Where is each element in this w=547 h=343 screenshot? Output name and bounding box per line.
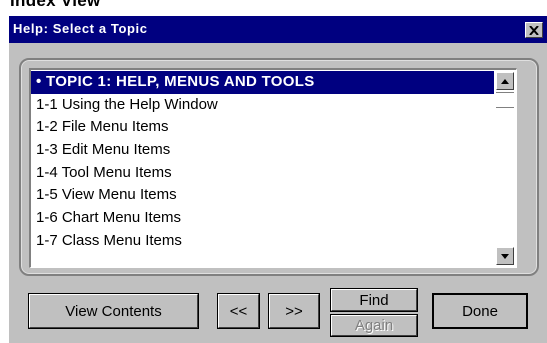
close-button[interactable]	[525, 22, 543, 38]
topic-item[interactable]: 1-2 File Menu Items	[31, 116, 494, 139]
topic-list[interactable]: • TOPIC 1: HELP, MENUS AND TOOLS 1-1 Usin…	[29, 68, 517, 268]
find-again-button[interactable]: Again	[330, 314, 418, 337]
topic-item-selected[interactable]: • TOPIC 1: HELP, MENUS AND TOOLS	[31, 71, 494, 94]
topic-item[interactable]: 1-6 Chart Menu Items	[31, 207, 494, 230]
topic-items: • TOPIC 1: HELP, MENUS AND TOOLS 1-1 Usin…	[31, 71, 494, 253]
topic-item[interactable]: 1-4 Tool Menu Items	[31, 162, 494, 185]
topic-item[interactable]: 1-1 Using the Help Window	[31, 94, 494, 117]
help-dialog: Help: Select a Topic • TOPIC 1: HELP, ME…	[8, 15, 547, 343]
arrow-down-icon	[501, 253, 509, 259]
next-topic-button[interactable]: >>	[268, 293, 320, 329]
find-button[interactable]: Find	[330, 288, 418, 312]
scroll-down-button[interactable]	[496, 247, 514, 265]
topic-item[interactable]: 1-5 View Menu Items	[31, 184, 494, 207]
scroll-thumb[interactable]	[496, 92, 514, 108]
scroll-up-button[interactable]	[496, 72, 514, 90]
title-bar[interactable]: Help: Select a Topic	[9, 16, 547, 43]
arrow-up-icon	[501, 78, 509, 84]
view-contents-button[interactable]: View Contents	[28, 293, 199, 329]
topic-item[interactable]: 1-3 Edit Menu Items	[31, 139, 494, 162]
previous-topic-button[interactable]: <<	[217, 293, 260, 329]
close-icon	[529, 25, 539, 35]
window-title: Help: Select a Topic	[13, 21, 148, 36]
page-heading: Index View	[10, 0, 101, 10]
vertical-scrollbar[interactable]	[496, 72, 514, 265]
topic-item[interactable]: 1-7 Class Menu Items	[31, 230, 494, 253]
done-button[interactable]: Done	[432, 293, 528, 329]
